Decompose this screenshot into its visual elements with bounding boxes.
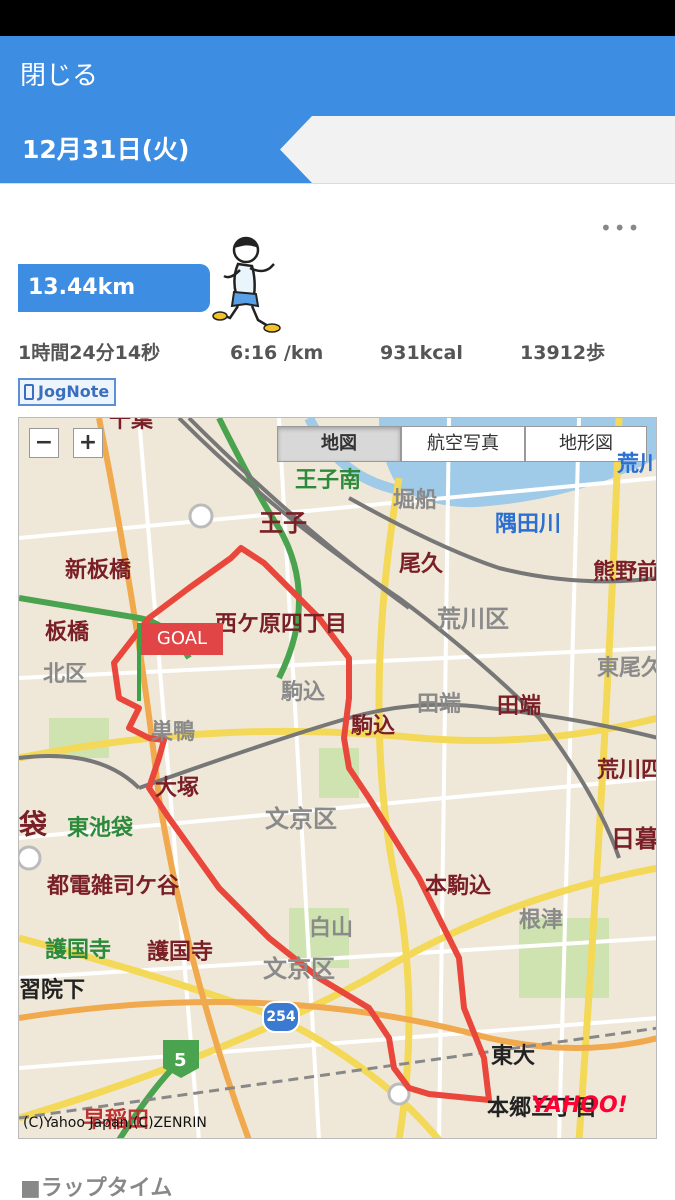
map-label: 白山: [309, 916, 354, 941]
station-kumano: 熊野前: [593, 560, 657, 585]
map-label: 文京区: [263, 955, 335, 983]
lap-time-heading: ■ラップタイム: [20, 1176, 173, 1200]
close-button[interactable]: 閉じる: [20, 56, 98, 96]
date-label: 12月31日(火): [22, 135, 190, 164]
map-label: 東大: [491, 1044, 536, 1069]
station-gakushuin: 習院下: [19, 978, 86, 1003]
distance-badge: 13.44km: [18, 264, 210, 312]
calories-value: 931kcal: [380, 342, 463, 364]
more-options-icon[interactable]: •••: [600, 218, 641, 238]
station-itabashi: 板橋: [45, 620, 90, 645]
jognote-label: JogNote: [38, 382, 110, 401]
map-label: 根津: [519, 908, 564, 933]
map-type-standard[interactable]: 地図: [277, 426, 401, 462]
map-label: 荒川: [617, 452, 657, 477]
distance-value: 13.44km: [28, 275, 136, 300]
goal-flag: GOAL: [141, 623, 223, 655]
zoom-out-button[interactable]: −: [29, 428, 59, 458]
map-label: 荒川区: [437, 605, 509, 633]
station-komagome: 駒込: [351, 714, 396, 739]
map-label: 北区: [43, 662, 88, 687]
map-label: 巣鴨: [151, 720, 196, 745]
map-label: 堀船: [393, 488, 438, 513]
nav-bar: 閉じる: [0, 36, 675, 116]
station-gokokuji: 護国寺: [147, 940, 214, 965]
map-copyright: (C)Yahoo Japan,(C)ZENRIN: [23, 1115, 207, 1131]
zoom-in-button[interactable]: +: [73, 428, 103, 458]
map-label: 駒込: [281, 680, 326, 705]
yahoo-logo: YAHOO!: [531, 1093, 628, 1118]
jognote-badge[interactable]: JogNote: [18, 378, 116, 406]
map-label: 東尾久: [597, 656, 657, 681]
duration-value: 1時間24分14秒: [18, 342, 161, 364]
station-arakawa: 荒川四: [597, 758, 657, 783]
map-canvas: [19, 418, 656, 1138]
pace-value: 6:16 /km: [230, 342, 324, 364]
station-honkomagome: 本駒込: [425, 874, 492, 899]
runner-icon: [212, 234, 284, 338]
station-nishigahara: 西ケ原四丁目: [215, 612, 348, 637]
station-otsuka: 大塚: [155, 776, 200, 801]
route-map[interactable]: − + 地図 航空写真 地形図 254 5 千葉 王子 王子南 堀船 隅田川 荒…: [18, 417, 657, 1139]
status-bar: [0, 0, 675, 36]
steps-value: 13912歩: [520, 342, 606, 364]
map-label: 千葉: [109, 417, 154, 433]
expressway-5-shield: 5: [174, 1050, 187, 1071]
map-type-aerial[interactable]: 航空写真: [401, 426, 525, 462]
map-label: 王子南: [295, 468, 362, 493]
phone-icon: [24, 384, 34, 400]
map-label: 文京区: [265, 805, 337, 833]
station-toden-zoshigaya: 都電雑司ケ谷: [47, 874, 180, 899]
station-shin-itabashi: 新板橋: [65, 558, 132, 583]
date-band: 12月31日(火): [0, 116, 675, 184]
route-254-shield: 254: [266, 1009, 296, 1025]
station-ikebukuro: 袋: [19, 808, 48, 841]
map-label: 田端: [417, 692, 462, 717]
map-label: 東池袋: [67, 816, 134, 841]
date-tab: 12月31日(火): [0, 116, 312, 183]
station-ogu: 尾久: [399, 552, 444, 577]
map-label: 護国寺: [45, 938, 112, 963]
station-oji: 王子: [259, 509, 307, 537]
map-label: 隅田川: [495, 512, 562, 537]
station-tabata: 田端: [497, 694, 542, 719]
station-nippori: 日暮: [611, 825, 657, 853]
